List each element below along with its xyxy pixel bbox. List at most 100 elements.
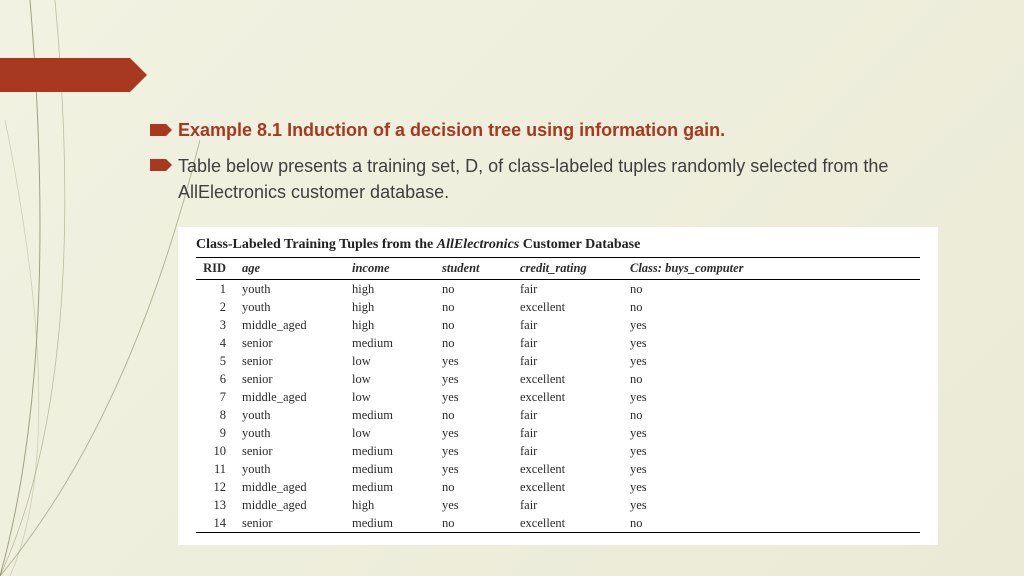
table-panel: Class-Labeled Training Tuples from the A… (178, 227, 938, 545)
cell-income: low (350, 388, 440, 406)
table-caption: Class-Labeled Training Tuples from the A… (196, 237, 920, 253)
cell-credit: fair (518, 280, 628, 299)
cell-rid: 6 (196, 370, 240, 388)
cell-income: low (350, 352, 440, 370)
cell-age: senior (240, 370, 350, 388)
cell-credit: excellent (518, 370, 628, 388)
cell-credit: fair (518, 496, 628, 514)
cell-credit: fair (518, 352, 628, 370)
cell-income: high (350, 280, 440, 299)
cell-credit: fair (518, 442, 628, 460)
cell-credit: excellent (518, 460, 628, 478)
table-row: 12middle_agedmediumnoexcellentyes (196, 478, 920, 496)
cell-rid: 11 (196, 460, 240, 478)
cell-income: medium (350, 514, 440, 533)
table-row: 11youthmediumyesexcellentyes (196, 460, 920, 478)
arrow-bullet-icon (150, 159, 166, 171)
col-student: student (440, 258, 518, 280)
cell-income: medium (350, 478, 440, 496)
cell-rid: 1 (196, 280, 240, 299)
cell-student: yes (440, 352, 518, 370)
table-row: 7middle_agedlowyesexcellentyes (196, 388, 920, 406)
bullet-heading-line: Example 8.1 Induction of a decision tree… (150, 118, 970, 143)
cell-student: no (440, 334, 518, 352)
cell-class: no (628, 298, 920, 316)
cell-income: medium (350, 334, 440, 352)
cell-age: senior (240, 442, 350, 460)
cell-class: yes (628, 352, 920, 370)
cell-age: youth (240, 298, 350, 316)
cell-rid: 12 (196, 478, 240, 496)
cell-student: no (440, 298, 518, 316)
cell-age: middle_aged (240, 316, 350, 334)
cell-student: yes (440, 460, 518, 478)
cell-student: no (440, 514, 518, 533)
cell-class: yes (628, 334, 920, 352)
cell-age: middle_aged (240, 496, 350, 514)
cell-age: senior (240, 352, 350, 370)
cell-age: senior (240, 334, 350, 352)
cell-class: no (628, 280, 920, 299)
cell-credit: fair (518, 424, 628, 442)
cell-age: youth (240, 280, 350, 299)
cell-credit: fair (518, 334, 628, 352)
table-row: 13middle_agedhighyesfairyes (196, 496, 920, 514)
cell-age: senior (240, 514, 350, 533)
cell-rid: 5 (196, 352, 240, 370)
cell-student: yes (440, 370, 518, 388)
cell-age: youth (240, 460, 350, 478)
cell-class: no (628, 406, 920, 424)
cell-class: yes (628, 496, 920, 514)
table-row: 10seniormediumyesfairyes (196, 442, 920, 460)
table-row: 8youthmediumnofairno (196, 406, 920, 424)
col-rid: RID (196, 258, 240, 280)
table-row: 6seniorlowyesexcellentno (196, 370, 920, 388)
cell-age: middle_aged (240, 478, 350, 496)
cell-rid: 3 (196, 316, 240, 334)
cell-rid: 8 (196, 406, 240, 424)
cell-age: middle_aged (240, 388, 350, 406)
slide-content: Example 8.1 Induction of a decision tree… (150, 118, 970, 545)
cell-credit: excellent (518, 514, 628, 533)
col-class: Class: buys_computer (628, 258, 920, 280)
table-row: 9youthlowyesfairyes (196, 424, 920, 442)
cell-income: high (350, 298, 440, 316)
caption-post: Customer Database (519, 237, 640, 252)
cell-income: high (350, 496, 440, 514)
cell-rid: 4 (196, 334, 240, 352)
cell-student: no (440, 406, 518, 424)
cell-student: yes (440, 388, 518, 406)
cell-rid: 13 (196, 496, 240, 514)
cell-age: youth (240, 406, 350, 424)
cell-income: medium (350, 460, 440, 478)
col-credit: credit_rating (518, 258, 628, 280)
table-row: 5seniorlowyesfairyes (196, 352, 920, 370)
cell-student: yes (440, 424, 518, 442)
cell-credit: excellent (518, 478, 628, 496)
cell-income: medium (350, 406, 440, 424)
cell-class: yes (628, 424, 920, 442)
table-row: 2youthhighnoexcellentno (196, 298, 920, 316)
cell-student: no (440, 478, 518, 496)
col-age: age (240, 258, 350, 280)
cell-credit: excellent (518, 388, 628, 406)
heading-text: Example 8.1 Induction of a decision tree… (178, 118, 725, 143)
cell-student: yes (440, 496, 518, 514)
body-text: Table below presents a training set, D, … (178, 153, 970, 205)
cell-income: low (350, 370, 440, 388)
cell-class: yes (628, 442, 920, 460)
cell-class: yes (628, 460, 920, 478)
cell-class: yes (628, 388, 920, 406)
cell-student: no (440, 316, 518, 334)
cell-income: low (350, 424, 440, 442)
caption-pre: Class-Labeled Training Tuples from the (196, 237, 437, 252)
col-income: income (350, 258, 440, 280)
table-header-row: RID age income student credit_rating Cla… (196, 258, 920, 280)
slide-ribbon (0, 58, 130, 92)
cell-rid: 14 (196, 514, 240, 533)
bullet-body-line: Table below presents a training set, D, … (150, 153, 970, 205)
table-row: 4seniormediumnofairyes (196, 334, 920, 352)
cell-rid: 9 (196, 424, 240, 442)
cell-credit: fair (518, 406, 628, 424)
cell-class: yes (628, 316, 920, 334)
